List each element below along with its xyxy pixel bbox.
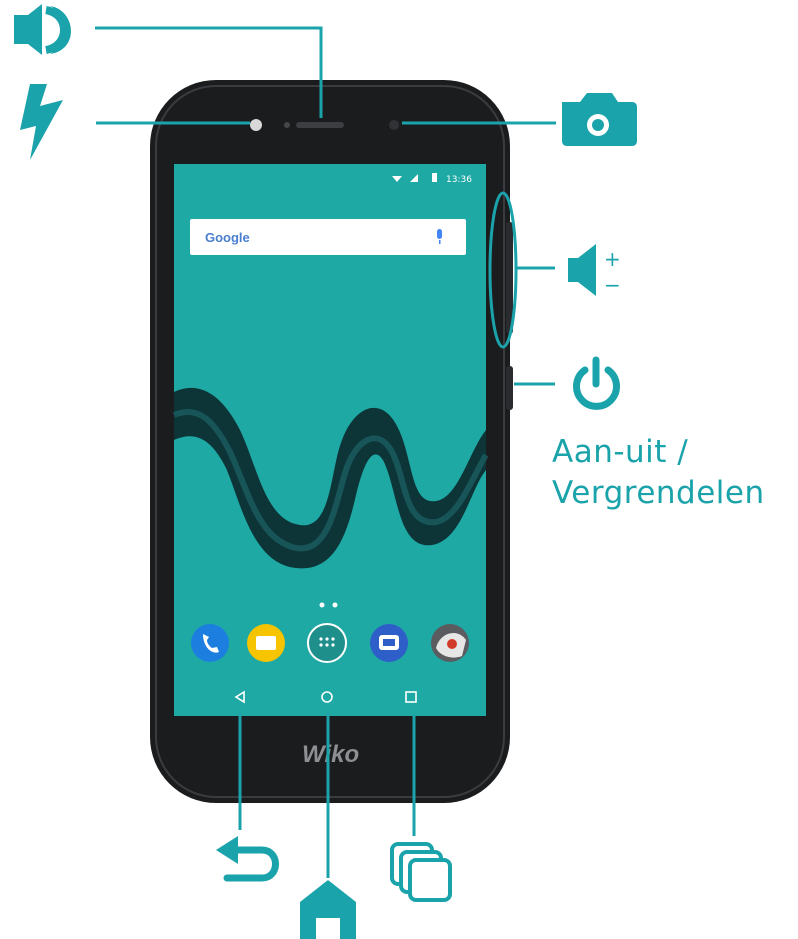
phone-app-icon[interactable] (191, 624, 229, 662)
app-drawer-icon[interactable] (307, 623, 347, 663)
power-label: Aan-uit / Vergrendelen (552, 432, 765, 514)
home-icon (300, 880, 356, 939)
camera-icon (562, 93, 637, 146)
messages-app-icon[interactable] (247, 624, 285, 662)
battery-icon (432, 173, 437, 182)
page-dot (332, 602, 338, 608)
sms-app-icon[interactable] (370, 624, 408, 662)
google-search-bar[interactable]: Google (190, 219, 466, 255)
wiko-logo: Wiko (302, 741, 359, 768)
power-side-button (506, 366, 513, 410)
camera-app-icon[interactable] (431, 624, 469, 662)
speaker-icon (14, 4, 72, 55)
volume-plus-minus-icon: + − (568, 244, 621, 297)
back-arrow-icon (216, 836, 279, 882)
phone-device: 13:36 Google Wiko (150, 80, 513, 803)
search-bar-logo: Google (205, 230, 250, 245)
page-dot (319, 602, 325, 608)
microphone-icon-stand (439, 240, 441, 244)
power-icon (573, 356, 620, 410)
power-label-line1: Aan-uit / (552, 434, 689, 470)
flash-icon (20, 84, 63, 160)
status-time: 13:36 (446, 175, 472, 185)
microphone-icon[interactable] (437, 229, 442, 239)
flash-led (250, 119, 262, 131)
volume-minus-sign: − (604, 273, 621, 297)
earpiece (296, 122, 344, 128)
power-label-line2: Vergrendelen (552, 475, 765, 511)
front-camera-lens (389, 120, 399, 130)
phone-screen: 13:36 Google (172, 164, 489, 716)
recent-apps-icon (390, 842, 452, 902)
proximity-sensor (284, 122, 290, 128)
volume-plus-sign: + (604, 247, 621, 271)
